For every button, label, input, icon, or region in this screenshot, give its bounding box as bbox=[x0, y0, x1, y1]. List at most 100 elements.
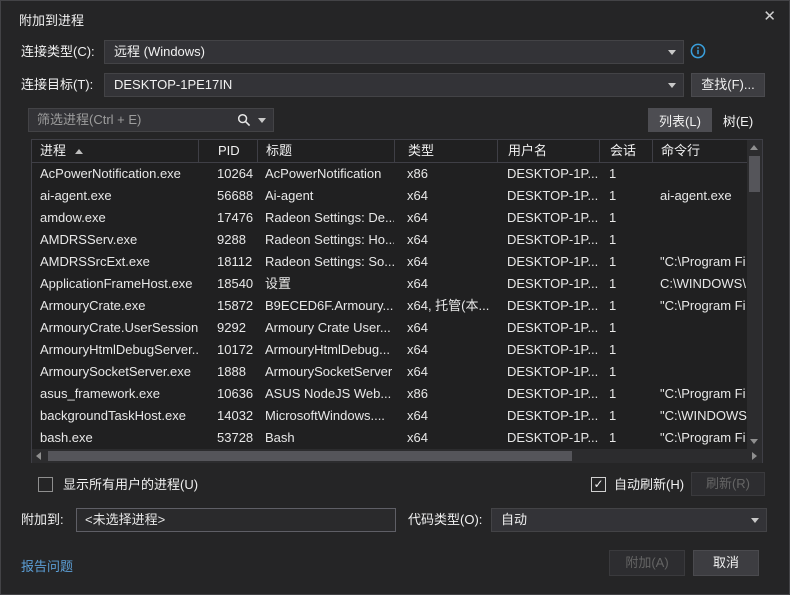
column-header-label: 会话 bbox=[610, 143, 636, 158]
attach-button[interactable]: 附加(A) bbox=[609, 550, 685, 576]
column-header-pid[interactable]: PID bbox=[198, 140, 257, 162]
cell-title: AcPowerNotification bbox=[257, 163, 394, 185]
search-icon[interactable] bbox=[237, 113, 251, 130]
cancel-button[interactable]: 取消 bbox=[693, 550, 759, 576]
process-row[interactable]: ai-agent.exe56688Ai-agentx64DESKTOP-1P..… bbox=[32, 185, 749, 207]
filter-placeholder: 筛选进程(Ctrl + E) bbox=[37, 109, 141, 131]
scroll-right-icon[interactable] bbox=[747, 449, 762, 463]
column-header-user[interactable]: 用户名 bbox=[497, 140, 599, 162]
column-header-process[interactable]: 进程 bbox=[32, 140, 198, 162]
code-type-select[interactable]: 自动 bbox=[491, 508, 767, 532]
cell-user: DESKTOP-1P... bbox=[497, 229, 599, 251]
vertical-scrollbar-thumb[interactable] bbox=[749, 156, 760, 192]
process-table: 进程 PID 标题 类型 用户名 会话 命令行 AcPowerNotificat… bbox=[31, 139, 763, 463]
cell-type: x64 bbox=[394, 317, 497, 339]
horizontal-scrollbar[interactable] bbox=[32, 449, 762, 463]
process-row[interactable]: amdow.exe17476Radeon Settings: De...x64D… bbox=[32, 207, 749, 229]
cell-session: 1 bbox=[599, 317, 652, 339]
process-row[interactable]: ArmouryCrate.exe15872B9ECED6F.Armoury...… bbox=[32, 295, 749, 317]
cell-process: AcPowerNotification.exe bbox=[32, 163, 198, 185]
list-view-button[interactable]: 列表(L) bbox=[648, 108, 712, 132]
cell-process: AMDRSSrcExt.exe bbox=[32, 251, 198, 273]
cell-process: ArmouryCrate.exe bbox=[32, 295, 198, 317]
cell-cmdline: ai-agent.exe bbox=[652, 185, 749, 207]
connection-type-value: 远程 (Windows) bbox=[114, 41, 205, 63]
info-icon[interactable] bbox=[690, 43, 706, 59]
refresh-button[interactable]: 刷新(R) bbox=[691, 472, 765, 496]
scroll-down-icon[interactable] bbox=[747, 434, 762, 449]
cell-process: ArmouryHtmlDebugServer.... bbox=[32, 339, 198, 361]
dialog-title: 附加到进程 bbox=[19, 10, 84, 29]
cell-session: 1 bbox=[599, 295, 652, 317]
chevron-down-icon[interactable] bbox=[258, 118, 266, 123]
cell-title: ASUS NodeJS Web... bbox=[257, 383, 394, 405]
process-row[interactable]: AMDRSServ.exe9288Radeon Settings: Ho...x… bbox=[32, 229, 749, 251]
vertical-scrollbar[interactable] bbox=[747, 140, 762, 449]
cell-pid: 10636 bbox=[198, 383, 257, 405]
cell-title: MicrosoftWindows.... bbox=[257, 405, 394, 427]
auto-refresh-checkbox[interactable]: ✓ bbox=[591, 477, 606, 492]
cell-type: x64 bbox=[394, 405, 497, 427]
process-row[interactable]: ArmouryHtmlDebugServer....10172ArmouryHt… bbox=[32, 339, 749, 361]
process-row[interactable]: ArmourySocketServer.exe1888ArmourySocket… bbox=[32, 361, 749, 383]
show-all-users-label[interactable]: 显示所有用户的进程(U) bbox=[63, 476, 198, 493]
process-row[interactable]: AcPowerNotification.exe10264AcPowerNotif… bbox=[32, 163, 749, 185]
cell-pid: 18540 bbox=[198, 273, 257, 295]
cell-user: DESKTOP-1P... bbox=[497, 295, 599, 317]
cell-session: 1 bbox=[599, 339, 652, 361]
cell-session: 1 bbox=[599, 383, 652, 405]
process-row[interactable]: backgroundTaskHost.exe14032MicrosoftWind… bbox=[32, 405, 749, 427]
horizontal-scrollbar-thumb[interactable] bbox=[48, 451, 572, 461]
code-type-value: 自动 bbox=[501, 509, 527, 531]
cell-cmdline bbox=[652, 339, 749, 361]
cell-user: DESKTOP-1P... bbox=[497, 207, 599, 229]
cell-pid: 14032 bbox=[198, 405, 257, 427]
cell-session: 1 bbox=[599, 229, 652, 251]
process-row[interactable]: ApplicationFrameHost.exe18540设置x64DESKTO… bbox=[32, 273, 749, 295]
cell-cmdline bbox=[652, 163, 749, 185]
cell-session: 1 bbox=[599, 427, 652, 449]
process-rows: AcPowerNotification.exe10264AcPowerNotif… bbox=[32, 163, 749, 449]
process-row[interactable]: ArmouryCrate.UserSession...9292Armoury C… bbox=[32, 317, 749, 339]
column-header-session[interactable]: 会话 bbox=[599, 140, 652, 162]
connection-type-select[interactable]: 远程 (Windows) bbox=[104, 40, 684, 64]
cell-type: x64 bbox=[394, 273, 497, 295]
cell-cmdline bbox=[652, 361, 749, 383]
scroll-left-icon[interactable] bbox=[32, 449, 47, 463]
process-row[interactable]: bash.exe53728Bashx64DESKTOP-1P...1"C:\Pr… bbox=[32, 427, 749, 449]
cell-session: 1 bbox=[599, 251, 652, 273]
cell-process: bash.exe bbox=[32, 427, 198, 449]
process-row[interactable]: AMDRSSrcExt.exe18112Radeon Settings: So.… bbox=[32, 251, 749, 273]
tree-view-button[interactable]: 树(E) bbox=[715, 108, 761, 132]
auto-refresh-label[interactable]: 自动刷新(H) bbox=[614, 476, 684, 493]
column-header-cmdline[interactable]: 命令行 bbox=[652, 140, 749, 162]
connection-target-select[interactable]: DESKTOP-1PE17IN bbox=[104, 73, 684, 97]
column-header-title[interactable]: 标题 bbox=[257, 140, 394, 162]
cell-user: DESKTOP-1P... bbox=[497, 163, 599, 185]
close-icon[interactable]: ✕ bbox=[763, 7, 776, 27]
cell-cmdline bbox=[652, 317, 749, 339]
cell-cmdline: "C:\Program Fi bbox=[652, 383, 749, 405]
chevron-down-icon bbox=[668, 83, 676, 88]
cell-process: ArmouryCrate.UserSession... bbox=[32, 317, 198, 339]
cell-title: Radeon Settings: De... bbox=[257, 207, 394, 229]
show-all-users-checkbox[interactable] bbox=[38, 477, 53, 492]
cell-pid: 9292 bbox=[198, 317, 257, 339]
scroll-up-icon[interactable] bbox=[747, 140, 762, 155]
cell-cmdline: "C:\WINDOWS bbox=[652, 405, 749, 427]
process-row[interactable]: asus_framework.exe10636ASUS NodeJS Web..… bbox=[32, 383, 749, 405]
column-header-type[interactable]: 类型 bbox=[394, 140, 497, 162]
cell-user: DESKTOP-1P... bbox=[497, 383, 599, 405]
cell-pid: 10172 bbox=[198, 339, 257, 361]
find-button[interactable]: 查找(F)... bbox=[691, 73, 765, 97]
attach-to-field[interactable]: <未选择进程> bbox=[76, 508, 396, 532]
connection-type-label: 连接类型(C): bbox=[21, 40, 95, 64]
cell-user: DESKTOP-1P... bbox=[497, 339, 599, 361]
column-header-label: 命令行 bbox=[661, 143, 700, 158]
cell-type: x64 bbox=[394, 185, 497, 207]
attach-to-label: 附加到: bbox=[21, 508, 64, 532]
cell-process: ApplicationFrameHost.exe bbox=[32, 273, 198, 295]
process-filter-input[interactable]: 筛选进程(Ctrl + E) bbox=[28, 108, 274, 132]
report-problem-link[interactable]: 报告问题 bbox=[21, 556, 73, 575]
column-header-label: 类型 bbox=[408, 143, 434, 158]
